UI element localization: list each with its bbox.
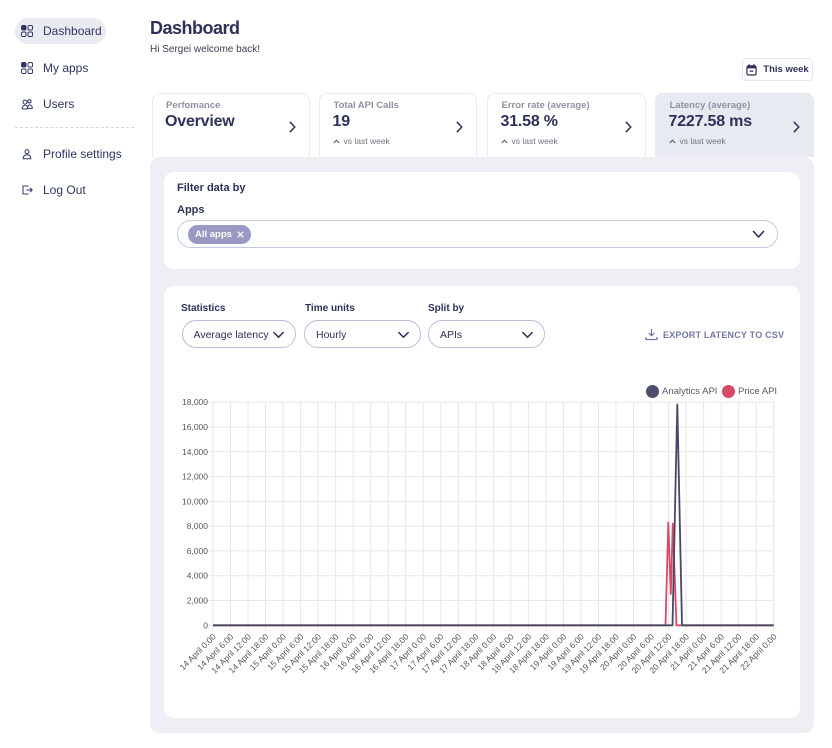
svg-text:14,000: 14,000 bbox=[182, 447, 208, 457]
svg-text:16,000: 16,000 bbox=[182, 422, 208, 432]
svg-text:0: 0 bbox=[203, 620, 208, 630]
svg-text:10,000: 10,000 bbox=[182, 496, 208, 506]
svg-text:2,000: 2,000 bbox=[187, 596, 209, 606]
svg-text:12,000: 12,000 bbox=[182, 472, 208, 482]
svg-text:6,000: 6,000 bbox=[187, 546, 209, 556]
svg-text:4,000: 4,000 bbox=[187, 571, 209, 581]
svg-text:8,000: 8,000 bbox=[187, 521, 209, 531]
svg-text:18,000: 18,000 bbox=[182, 397, 208, 407]
